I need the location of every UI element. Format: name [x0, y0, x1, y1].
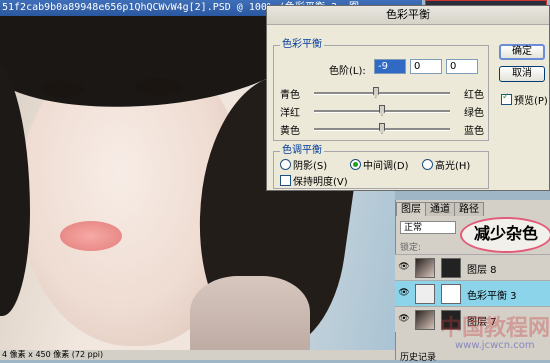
- dialog-title[interactable]: 色彩平衡: [267, 6, 549, 25]
- red-label: 红色: [464, 90, 484, 101]
- preserve-luminosity-checkbox[interactable]: 保持明度(V): [280, 173, 348, 188]
- tab-layers[interactable]: 图层: [396, 202, 426, 216]
- slider-thumb[interactable]: [372, 87, 379, 98]
- layer-mask-thumbnail: [441, 258, 461, 278]
- slider-track[interactable]: [314, 92, 450, 95]
- blend-mode-select[interactable]: 正常: [400, 221, 456, 234]
- eye-icon[interactable]: 👁: [398, 262, 410, 272]
- adjustment-icon: [415, 284, 435, 304]
- lips-shape: [60, 221, 122, 251]
- color-balance-legend: 色彩平衡: [280, 39, 324, 51]
- tab-paths[interactable]: 路径: [454, 202, 484, 216]
- layer-name: 色彩平衡 3: [467, 291, 517, 302]
- level-magenta-green-field[interactable]: 0: [410, 59, 442, 74]
- panel-tabs: 图层 通道 路径: [396, 202, 484, 216]
- radio-dot[interactable]: [422, 159, 433, 170]
- yellow-blue-slider[interactable]: 黄色 蓝色: [280, 122, 484, 137]
- layer-thumbnail: [415, 258, 435, 278]
- radio-highlights-label: 高光(H): [435, 161, 471, 172]
- layer-thumbnail: [415, 310, 435, 330]
- magenta-green-slider[interactable]: 洋红 绿色: [280, 104, 484, 119]
- checkbox-box[interactable]: [501, 92, 512, 105]
- radio-midtones[interactable]: 中间调(D): [350, 157, 409, 172]
- tone-balance-group: 色调平衡 阴影(S) 中间调(D) 高光(H) 保持明度(V): [273, 145, 489, 189]
- right-eye-shape: [135, 78, 183, 95]
- ok-button[interactable]: 确定: [499, 44, 545, 60]
- layer-name: 图层 8: [467, 265, 497, 276]
- blue-label: 蓝色: [464, 126, 484, 137]
- history-tab[interactable]: 历史记录: [400, 350, 436, 363]
- radio-shadows-label: 阴影(S): [293, 161, 328, 172]
- tab-channels[interactable]: 通道: [425, 202, 455, 216]
- preview-checkbox[interactable]: 预览(P): [501, 92, 548, 107]
- preserve-luminosity-label: 保持明度(V): [293, 177, 348, 188]
- cyan-label: 青色: [280, 90, 300, 101]
- annotation-circle: 减少杂色: [460, 217, 550, 253]
- slider-thumb[interactable]: [379, 105, 385, 116]
- radio-shadows[interactable]: 阴影(S): [280, 157, 327, 172]
- levels-label: 色阶(L):: [329, 66, 366, 77]
- lock-label: 锁定:: [400, 243, 422, 253]
- color-balance-dialog: 色彩平衡 色彩平衡 色阶(L): -9 0 0 青色 红色 洋红 绿色 黄色 蓝…: [266, 5, 550, 191]
- checkbox-box[interactable]: [280, 175, 291, 186]
- layer-row[interactable]: 👁 色彩平衡 3: [395, 280, 550, 306]
- yellow-label: 黄色: [280, 126, 300, 137]
- layer-row[interactable]: 👁 图层 8: [395, 254, 550, 280]
- radio-dot[interactable]: [350, 159, 361, 170]
- document-status-bar: 4 像素 x 450 像素 (72 ppi): [0, 350, 397, 360]
- green-label: 绿色: [464, 108, 484, 119]
- cyan-red-slider[interactable]: 青色 红色: [280, 86, 484, 101]
- magenta-label: 洋红: [280, 108, 300, 119]
- cancel-button[interactable]: 取消: [499, 66, 545, 82]
- watermark-text: 中国教程网: [440, 316, 550, 341]
- tone-balance-legend: 色调平衡: [280, 145, 324, 157]
- slider-thumb[interactable]: [379, 123, 385, 134]
- neck-shape: [190, 276, 310, 350]
- eye-icon[interactable]: 👁: [398, 314, 410, 324]
- eye-icon[interactable]: 👁: [398, 288, 410, 298]
- radio-midtones-label: 中间调(D): [363, 161, 409, 172]
- radio-dot[interactable]: [280, 159, 291, 170]
- color-balance-group: 色彩平衡 色阶(L): -9 0 0 青色 红色 洋红 绿色 黄色 蓝色: [273, 39, 489, 141]
- radio-highlights[interactable]: 高光(H): [422, 157, 470, 172]
- preview-label: 预览(P): [514, 96, 548, 107]
- level-cyan-red-field[interactable]: -9: [374, 59, 406, 74]
- layer-mask-thumbnail: [441, 284, 461, 304]
- watermark-url: www.jcwcn.com: [455, 340, 535, 351]
- left-eye-shape: [40, 81, 84, 97]
- level-yellow-blue-field[interactable]: 0: [446, 59, 478, 74]
